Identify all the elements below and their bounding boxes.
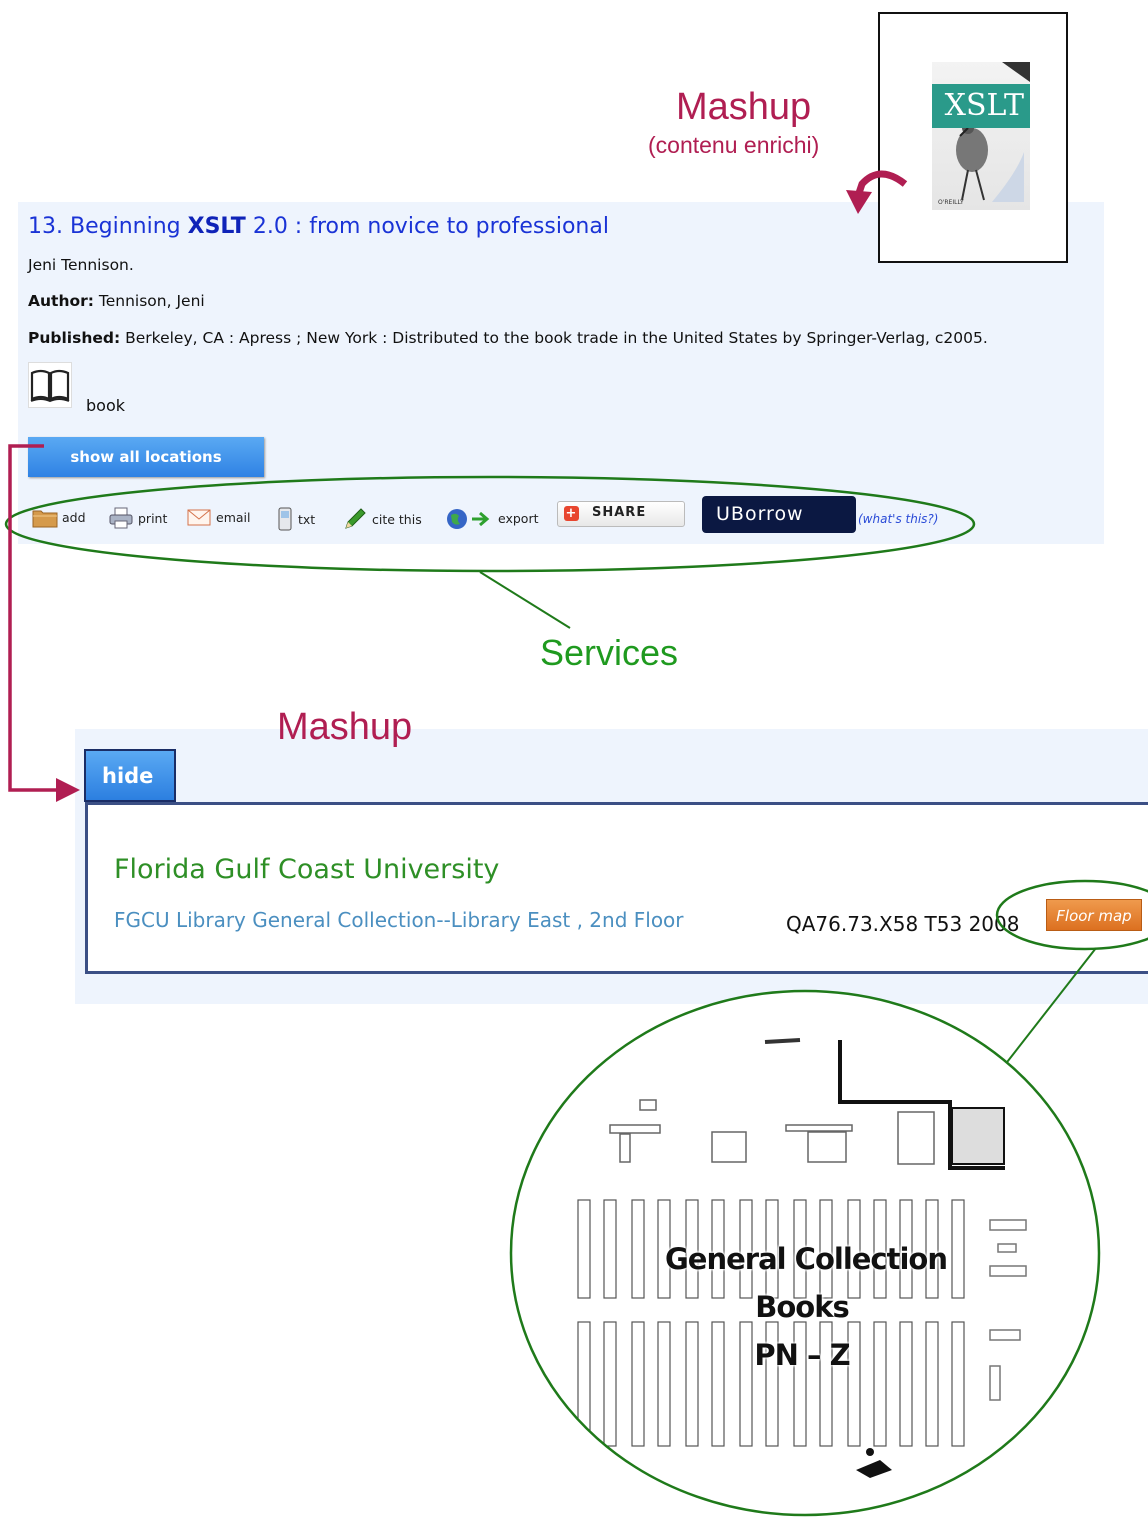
map-label-line1: General Collection	[664, 1242, 948, 1276]
mashup-arrowhead	[56, 778, 80, 802]
mashup-annotation-bottom: Mashup	[277, 706, 413, 748]
services-ellipse	[4, 475, 976, 573]
mashup-annotation-subtitle: (contenu enrichi)	[648, 132, 820, 158]
mashup-annotation-top: Mashup	[676, 86, 812, 128]
services-pointer-line	[479, 571, 571, 629]
mashup-bracket-line	[8, 444, 58, 792]
map-label-line2: Books	[755, 1290, 850, 1324]
services-annotation: Services	[540, 632, 679, 673]
map-label-line3: PN – Z	[754, 1338, 850, 1372]
floor-map-ellipse	[995, 879, 1148, 951]
floor-map-labels: General Collection Books PN – Z	[512, 990, 1100, 1512]
